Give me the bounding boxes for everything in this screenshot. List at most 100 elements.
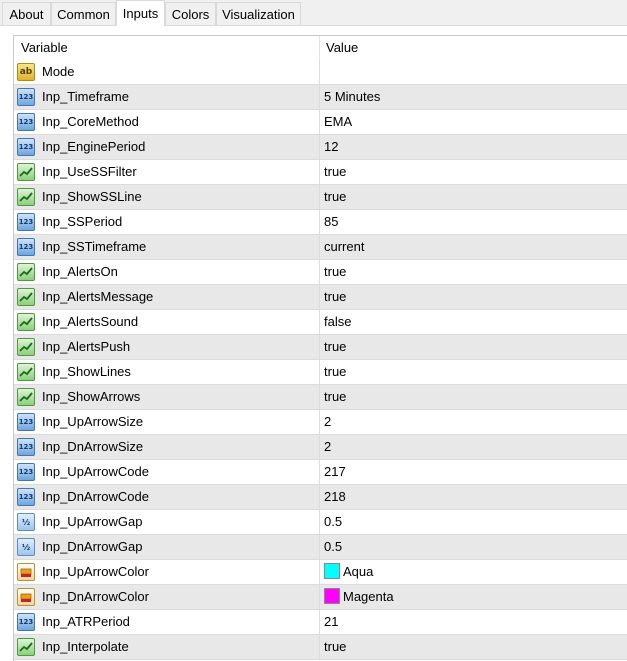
variable-value[interactable]: 12 bbox=[324, 135, 338, 160]
double-type-icon: ½ bbox=[17, 513, 35, 531]
variable-value[interactable]: true bbox=[324, 360, 346, 385]
variable-value[interactable]: EMA bbox=[324, 110, 352, 135]
cell-divider bbox=[319, 160, 320, 185]
variable-value[interactable]: 217 bbox=[324, 460, 346, 485]
tab-colors[interactable]: Colors bbox=[165, 2, 216, 25]
table-row[interactable]: Inp_AlertsPush true bbox=[14, 335, 627, 360]
variable-value[interactable]: true bbox=[324, 285, 346, 310]
variable-value[interactable]: true bbox=[324, 335, 346, 360]
variable-value[interactable]: true bbox=[324, 260, 346, 285]
table-row[interactable]: Inp_AlertsSound false bbox=[14, 310, 627, 335]
variable-name: Inp_UpArrowSize bbox=[42, 414, 144, 429]
table-row[interactable]: ½ Inp_DnArrowGap 0.5 bbox=[14, 535, 627, 560]
variable-value[interactable]: 2 bbox=[324, 435, 331, 460]
variable-name: Inp_EnginePeriod bbox=[42, 139, 146, 154]
cell-divider bbox=[319, 60, 320, 85]
table-row[interactable]: 123 Inp_SSPeriod 85 bbox=[14, 210, 627, 235]
cell-divider bbox=[319, 385, 320, 410]
table-row[interactable]: Inp_DnArrowColor Magenta bbox=[14, 585, 627, 610]
table-row[interactable]: 123 Inp_UpArrowCode 217 bbox=[14, 460, 627, 485]
variable-value[interactable]: 218 bbox=[324, 485, 346, 510]
table-row[interactable]: 123 Inp_DnArrowCode 218 bbox=[14, 485, 627, 510]
integer-type-icon: 123 bbox=[17, 213, 35, 231]
table-row[interactable]: 123 Inp_ATRPeriod 21 bbox=[14, 610, 627, 635]
variable-name: Inp_DnArrowCode bbox=[42, 489, 149, 504]
variable-name: Inp_ShowArrows bbox=[42, 389, 141, 404]
table-row[interactable]: Inp_UseSSFilter true bbox=[14, 160, 627, 185]
inputs-panel: Variable Value ab Mode 123 Inp_Timeframe 5 M… bbox=[0, 26, 627, 661]
table-row[interactable]: Inp_ShowLines true bbox=[14, 360, 627, 385]
icon-glyph: ab bbox=[19, 67, 33, 77]
variable-value[interactable]: true bbox=[324, 185, 346, 210]
table-row[interactable]: 123 Inp_CoreMethod EMA bbox=[14, 110, 627, 135]
table-row[interactable]: Inp_ShowArrows true bbox=[14, 385, 627, 410]
table-row[interactable]: 123 Inp_UpArrowSize 2 bbox=[14, 410, 627, 435]
variable-name: Inp_SSTimeframe bbox=[42, 239, 147, 254]
variable-value-text: true bbox=[324, 289, 347, 304]
table-row[interactable]: ab Mode bbox=[14, 60, 627, 85]
cell-divider bbox=[319, 460, 320, 485]
variable-value[interactable]: Aqua bbox=[324, 560, 373, 585]
variable-value-text: Magenta bbox=[343, 589, 394, 604]
column-header-variable[interactable]: Variable bbox=[21, 36, 68, 60]
cell-divider bbox=[319, 135, 320, 160]
variable-value-text: current bbox=[324, 239, 365, 254]
icon-glyph: 123 bbox=[18, 143, 34, 151]
variable-value[interactable]: true bbox=[324, 635, 346, 660]
table-row[interactable]: Inp_AlertsMessage true bbox=[14, 285, 627, 310]
color-type-icon bbox=[17, 588, 35, 606]
tab-visualization[interactable]: Visualization bbox=[216, 2, 301, 25]
variable-name: Inp_Interpolate bbox=[42, 639, 129, 654]
table-row[interactable]: Inp_UpArrowColor Aqua bbox=[14, 560, 627, 585]
boolean-type-icon bbox=[17, 288, 35, 306]
cell-divider bbox=[319, 535, 320, 560]
boolean-type-icon bbox=[17, 338, 35, 356]
variable-value-text: 21 bbox=[324, 614, 339, 629]
table-row[interactable]: ½ Inp_UpArrowGap 0.5 bbox=[14, 510, 627, 535]
table-row[interactable]: Inp_Interpolate true bbox=[14, 635, 627, 660]
tab-strip: About Common Inputs Colors Visualization bbox=[0, 0, 627, 26]
variable-value-text: 0.5 bbox=[324, 539, 343, 554]
variable-value[interactable]: true bbox=[324, 160, 346, 185]
color-type-icon bbox=[17, 563, 35, 581]
variable-name: Inp_DnArrowSize bbox=[42, 439, 144, 454]
cell-divider bbox=[319, 85, 320, 110]
cell-divider bbox=[319, 510, 320, 535]
tab-common[interactable]: Common bbox=[51, 2, 116, 25]
variable-value[interactable]: 5 Minutes bbox=[324, 85, 380, 110]
variable-value[interactable]: 85 bbox=[324, 210, 338, 235]
boolean-type-icon bbox=[17, 638, 35, 656]
table-row[interactable]: 123 Inp_SSTimeframe current bbox=[14, 235, 627, 260]
variable-value-text: true bbox=[324, 264, 347, 279]
variable-value[interactable]: true bbox=[324, 385, 346, 410]
column-divider[interactable] bbox=[319, 36, 320, 60]
table-row[interactable]: Inp_AlertsOn true bbox=[14, 260, 627, 285]
icon-glyph: 123 bbox=[18, 468, 34, 476]
table-row[interactable]: 123 Inp_EnginePeriod 12 bbox=[14, 135, 627, 160]
variable-value[interactable]: false bbox=[324, 310, 351, 335]
tab-about[interactable]: About bbox=[2, 2, 51, 25]
variable-name: Inp_ATRPeriod bbox=[42, 614, 130, 629]
column-header-value[interactable]: Value bbox=[326, 36, 358, 60]
boolean-type-icon bbox=[17, 263, 35, 281]
variable-name: Inp_SSPeriod bbox=[42, 214, 123, 229]
boolean-type-icon bbox=[17, 313, 35, 331]
tab-visualization-label: Visualization bbox=[222, 6, 295, 22]
table-row[interactable]: Inp_ShowSSLine true bbox=[14, 185, 627, 210]
integer-type-icon: 123 bbox=[17, 438, 35, 456]
color-swatch bbox=[324, 563, 340, 579]
cell-divider bbox=[319, 185, 320, 210]
variable-value-text: true bbox=[324, 364, 347, 379]
variable-name: Inp_CoreMethod bbox=[42, 114, 139, 129]
variable-value[interactable]: 0.5 bbox=[324, 510, 342, 535]
variable-value[interactable]: 0.5 bbox=[324, 535, 342, 560]
variable-value[interactable]: 2 bbox=[324, 410, 331, 435]
tab-about-label: About bbox=[9, 6, 44, 22]
tab-inputs[interactable]: Inputs bbox=[116, 0, 165, 26]
variable-value-text: 85 bbox=[324, 214, 339, 229]
table-row[interactable]: 123 Inp_Timeframe 5 Minutes bbox=[14, 85, 627, 110]
variable-value[interactable]: current bbox=[324, 235, 364, 260]
table-row[interactable]: 123 Inp_DnArrowSize 2 bbox=[14, 435, 627, 460]
variable-value[interactable]: 21 bbox=[324, 610, 338, 635]
variable-value[interactable]: Magenta bbox=[324, 585, 394, 610]
